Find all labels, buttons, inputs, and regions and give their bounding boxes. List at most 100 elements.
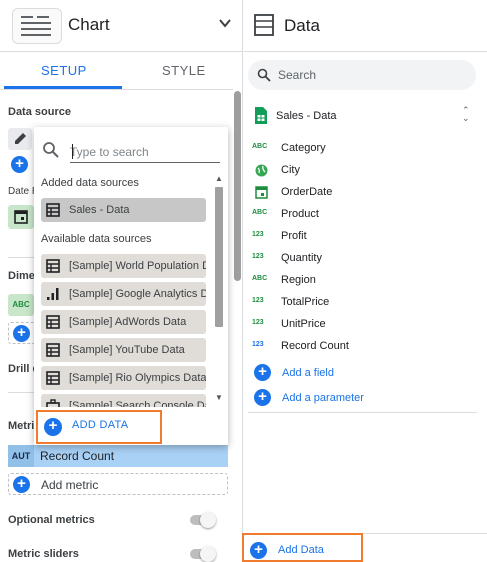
add-metric-button[interactable]: + [13, 476, 30, 493]
app-root: Chart SETUP STYLE Data source + Date R D… [0, 0, 487, 562]
scroll-up-arrow-icon[interactable]: ▲ [215, 174, 223, 183]
table-icon [46, 343, 60, 357]
tab-style[interactable]: STYLE [162, 63, 206, 78]
metric-label: Metri [8, 420, 35, 432]
field-item[interactable]: ABC Region [252, 272, 472, 290]
tab-divider [0, 89, 233, 90]
field-item[interactable]: 123 UnitPrice [252, 316, 472, 334]
text-type-icon: ABC [252, 275, 268, 282]
metric-sliders-toggle[interactable] [190, 546, 216, 562]
dimension-chip[interactable]: ABC [8, 294, 34, 316]
calendar-icon [255, 186, 268, 199]
data-source-item[interactable]: [Sample] YouTube Data [41, 338, 206, 362]
field-name: Record Count [281, 340, 349, 352]
data-source-name: [Sample] Google Analytics Data [69, 288, 206, 300]
add-field-link[interactable]: + Add a field [252, 364, 452, 384]
field-search-input[interactable]: Search [248, 60, 476, 90]
data-table-icon [254, 14, 274, 36]
tab-setup[interactable]: SETUP [41, 63, 87, 78]
sheets-icon [255, 107, 267, 124]
search-placeholder: Search [278, 68, 317, 82]
add-blend-button[interactable]: + [11, 156, 28, 173]
add-field-label: Add a field [282, 367, 334, 379]
data-source-picker: Added data sources Sales - Data Availabl… [34, 127, 228, 445]
add-parameter-label: Add a parameter [282, 392, 364, 404]
text-type-icon: ABC [252, 143, 268, 150]
metric-type-icon: 123 [252, 341, 264, 348]
metric-chip-record-count[interactable]: AUT Record Count [8, 445, 228, 467]
number-type-icon: 123 [252, 253, 264, 260]
data-source-item[interactable]: [Sample] AdWords Data [41, 310, 206, 334]
add-metric-slot[interactable]: + Add metric [8, 473, 228, 495]
data-header: Data [244, 0, 487, 52]
search-icon [257, 68, 271, 82]
optional-metrics-toggle[interactable] [190, 512, 216, 528]
field-item[interactable]: 123 Profit [252, 228, 472, 246]
edit-data-source-button[interactable] [8, 128, 32, 150]
data-source-label: Data source [8, 106, 71, 118]
add-field-plus-icon: + [254, 364, 271, 381]
field-item[interactable]: ABC Category [252, 140, 472, 158]
table-icon [46, 259, 60, 273]
add-data-footer-button[interactable]: Add Data [278, 544, 324, 556]
aggregation-badge: AUT [8, 445, 34, 467]
number-type-icon: 123 [252, 319, 264, 326]
field-name: City [281, 164, 300, 176]
data-source-item[interactable]: Sales - Data [41, 198, 206, 222]
data-panel: Data Search Sales - Data ⌃ ⌄ ABC Category… [242, 0, 487, 562]
field-item[interactable]: City [252, 162, 472, 180]
field-name: Product [281, 208, 319, 220]
field-name: Profit [281, 230, 307, 242]
add-parameter-link[interactable]: + Add a parameter [252, 389, 452, 409]
section-divider [8, 392, 34, 393]
add-dimension-button[interactable]: + [13, 325, 30, 342]
field-name: TotalPrice [281, 296, 330, 308]
panel-scrollbar-thumb[interactable] [234, 91, 241, 281]
field-name: OrderDate [281, 186, 333, 198]
section-divider [8, 257, 34, 258]
calendar-icon [14, 210, 28, 224]
data-source-name: [Sample] YouTube Data [69, 344, 185, 356]
data-source-search-input[interactable] [70, 141, 220, 163]
date-range-dimension-chip[interactable] [8, 205, 34, 229]
optional-metrics-label: Optional metrics [8, 514, 95, 526]
field-name: Quantity [281, 252, 322, 264]
add-parameter-plus-icon: + [254, 389, 271, 406]
field-name: Category [281, 142, 326, 154]
field-item[interactable]: 123 Quantity [252, 250, 472, 268]
scroll-down-arrow-icon[interactable]: ▼ [215, 393, 223, 402]
add-data-plus-icon[interactable]: + [250, 542, 267, 559]
field-name: UnitPrice [281, 318, 326, 330]
field-item[interactable]: ABC Product [252, 206, 472, 224]
data-source-item[interactable]: [Sample] Rio Olympics Data [41, 366, 206, 390]
collapse-icon[interactable]: ⌃ ⌄ [462, 106, 470, 123]
added-sources-header: Added data sources [41, 177, 139, 189]
field-item[interactable]: 123 Record Count [252, 338, 472, 356]
chevron-down-icon[interactable] [218, 16, 232, 30]
text-type-icon: ABC [252, 209, 268, 216]
data-source-name[interactable]: Sales - Data [276, 110, 337, 122]
table-icon [46, 203, 60, 217]
picker-scrollbar-thumb[interactable] [215, 187, 223, 327]
table-icon [46, 315, 60, 329]
available-sources-header: Available data sources [41, 233, 152, 245]
data-source-item[interactable]: [Sample] Google Analytics Data [41, 282, 206, 306]
field-name: Region [281, 274, 316, 286]
data-source-name: [Sample] World Population Data [69, 260, 206, 272]
add-data-button[interactable]: ADD DATA [72, 419, 128, 431]
data-panel-title: Data [284, 16, 320, 35]
metric-sliders-label: Metric sliders [8, 548, 79, 560]
data-source-name: [Sample] AdWords Data [69, 316, 187, 328]
add-data-plus-icon[interactable]: + [44, 418, 62, 436]
field-item[interactable]: 123 TotalPrice [252, 294, 472, 312]
table-icon [46, 371, 60, 385]
data-source-item[interactable]: [Sample] World Population Data [41, 254, 206, 278]
field-item[interactable]: OrderDate [252, 184, 472, 202]
tab-bar: SETUP STYLE [4, 53, 237, 89]
chart-type-icon[interactable] [12, 8, 62, 44]
text-cursor [72, 144, 73, 159]
metric-name: Record Count [40, 449, 115, 463]
bar-chart-icon [47, 288, 59, 300]
chart-header: Chart [0, 0, 242, 52]
data-source-name: [Sample] Rio Olympics Data [69, 372, 206, 384]
